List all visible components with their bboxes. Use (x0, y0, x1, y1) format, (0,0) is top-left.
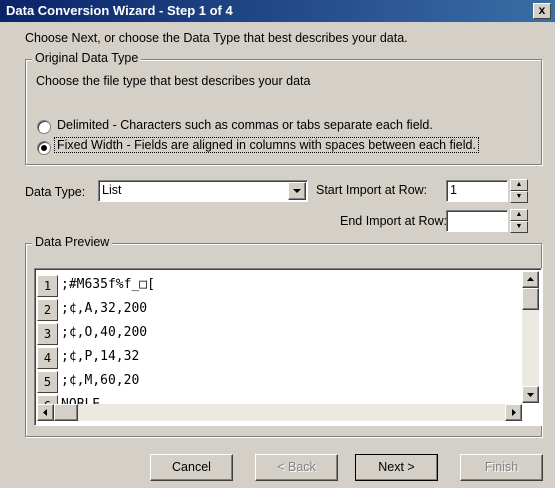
spin-down-icon: ▼ (515, 193, 523, 200)
original-data-type-legend: Original Data Type (32, 51, 142, 65)
start-import-down-button[interactable]: ▼ (510, 191, 528, 203)
data-type-value: List (102, 183, 122, 197)
delimited-radio[interactable] (37, 120, 51, 134)
end-import-up-button[interactable]: ▲ (510, 209, 528, 221)
end-import-label: End Import at Row: (340, 214, 447, 228)
close-icon: x (538, 3, 546, 17)
preview-row: 4 ;¢,P,14,32 (37, 347, 517, 369)
row-number: 2 (37, 299, 58, 321)
row-number: 4 (37, 347, 58, 369)
start-import-field[interactable]: 1 (446, 180, 508, 202)
vertical-scrollbar[interactable] (522, 271, 539, 403)
row-text: ;¢,A,32,200 (61, 301, 148, 316)
row-number: 3 (37, 323, 58, 345)
row-number: 1 (37, 275, 58, 297)
arrow-down-icon (527, 393, 534, 397)
row-text: ;¢,M,60,20 (61, 373, 140, 388)
scroll-thumb[interactable] (522, 288, 539, 310)
scroll-up-button[interactable] (522, 271, 539, 288)
window-title: Data Conversion Wizard - Step 1 of 4 (6, 3, 233, 18)
h-scroll-thumb[interactable] (54, 404, 78, 421)
chevron-down-icon (293, 189, 301, 193)
scroll-right-button[interactable] (505, 404, 522, 421)
fixed-width-radio-label[interactable]: Fixed Width - Fields are aligned in colu… (54, 137, 479, 153)
start-import-label: Start Import at Row: (316, 183, 428, 197)
preview-row: 2 ;¢,A,32,200 (37, 299, 517, 321)
finish-button[interactable]: Finish (460, 454, 543, 481)
preview-row: 5 ;¢,M,60,20 (37, 371, 517, 393)
data-type-select[interactable]: List (98, 180, 308, 202)
back-button[interactable]: < Back (255, 454, 338, 481)
file-type-prompt: Choose the file type that best describes… (36, 74, 311, 88)
intro-text: Choose Next, or choose the Data Type tha… (25, 31, 408, 45)
horizontal-scrollbar[interactable] (37, 404, 522, 421)
row-text: ;¢,O,40,200 (61, 325, 148, 340)
cancel-button[interactable]: Cancel (150, 454, 233, 481)
preview-row: 3 ;¢,O,40,200 (37, 323, 517, 345)
scroll-down-button[interactable] (522, 386, 539, 403)
spin-up-icon: ▲ (515, 211, 523, 218)
row-number: 5 (37, 371, 58, 393)
arrow-up-icon (527, 277, 534, 281)
delimited-radio-label[interactable]: Delimited - Characters such as commas or… (57, 118, 433, 132)
end-import-down-button[interactable]: ▼ (510, 221, 528, 233)
arrow-right-icon (512, 409, 516, 416)
row-text: ;#M635f%f_□[ (61, 277, 155, 292)
start-import-up-button[interactable]: ▲ (510, 179, 528, 191)
spin-up-icon: ▲ (515, 181, 523, 188)
scroll-left-button[interactable] (37, 404, 54, 421)
row-text: ;¢,P,14,32 (61, 349, 140, 364)
spin-down-icon: ▼ (515, 223, 523, 230)
data-preview-pane[interactable]: 1 ;#M635f%f_□[ 2 ;¢,A,32,200 3 ;¢,O,40,2… (34, 268, 542, 426)
data-type-label: Data Type: (25, 185, 86, 199)
title-bar: Data Conversion Wizard - Step 1 of 4 x (0, 0, 555, 22)
next-button[interactable]: Next > (355, 454, 438, 481)
dropdown-button[interactable] (288, 182, 306, 200)
end-import-field[interactable] (446, 210, 508, 232)
arrow-left-icon (43, 409, 47, 416)
close-button[interactable]: x (533, 3, 551, 19)
preview-row: 1 ;#M635f%f_□[ (37, 275, 517, 297)
start-import-value: 1 (450, 183, 457, 197)
data-preview-legend: Data Preview (32, 235, 113, 249)
radio-selected-dot (41, 145, 47, 151)
fixed-width-radio[interactable] (37, 141, 51, 155)
